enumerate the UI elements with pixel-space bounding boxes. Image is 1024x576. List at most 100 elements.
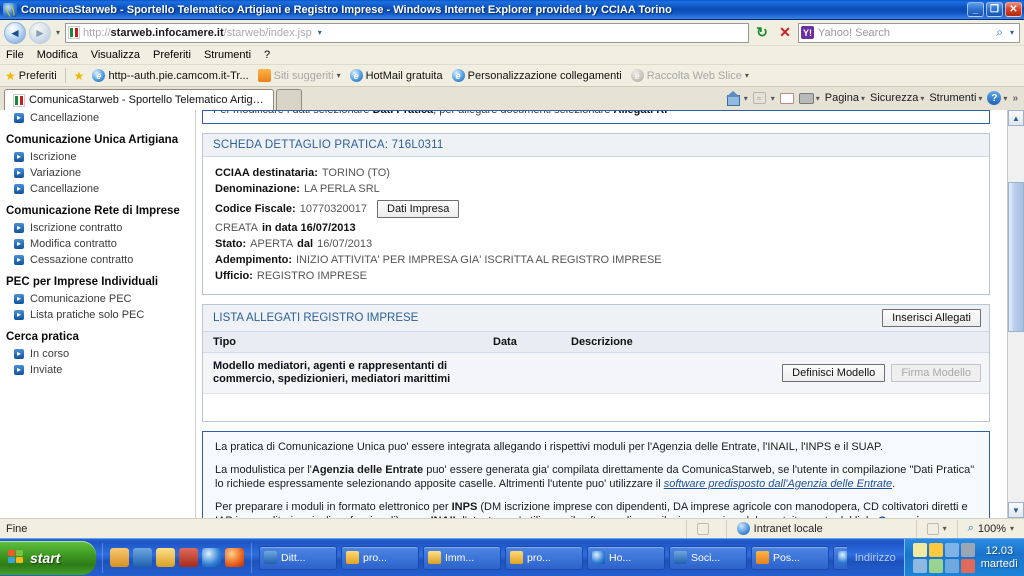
- media-icon[interactable]: [110, 548, 129, 567]
- favorite-item[interactable]: Personalizzazione collegamenti: [451, 69, 622, 82]
- word-icon[interactable]: [133, 548, 152, 567]
- favorite-item[interactable]: Raccolta Web Slice▾: [630, 69, 749, 82]
- info-paragraph-1: La pratica di Comunicazione Unica puo' e…: [215, 441, 883, 453]
- start-button[interactable]: start: [0, 540, 96, 575]
- field-stato-value: APERTA: [250, 238, 294, 250]
- search-box[interactable]: Y! Yahoo! Search ⌕ ▾: [798, 22, 1020, 43]
- search-dropdown-icon[interactable]: ▾: [1007, 28, 1017, 37]
- antivirus-tray-icon[interactable]: [928, 558, 943, 573]
- usb-tray-icon[interactable]: [944, 558, 959, 573]
- overflow-icon[interactable]: »: [1012, 93, 1018, 104]
- home-button[interactable]: ▾: [725, 90, 748, 106]
- stop-icon[interactable]: ✕: [775, 23, 795, 43]
- tab-comunicastarweb[interactable]: ComunicaStarweb - Sportello Telematico A…: [4, 89, 274, 110]
- add-favorite-icon[interactable]: ★: [74, 70, 85, 82]
- taskbar-button[interactable]: Ho...: [587, 545, 665, 570]
- player-icon[interactable]: [179, 548, 198, 567]
- scroll-down-button[interactable]: ▼: [1008, 502, 1024, 518]
- taskbar-button[interactable]: Pos...: [751, 545, 829, 570]
- vertical-scrollbar[interactable]: ▲ ▼: [1007, 110, 1024, 518]
- taskbar-button[interactable]: pro...: [505, 545, 583, 570]
- sidebar-item-lista-pratiche-solo-pec[interactable]: Lista pratiche solo PEC: [4, 307, 195, 323]
- chevron-down-icon[interactable]: ▾: [943, 524, 947, 533]
- sidebar-item-variazione[interactable]: Variazione: [4, 165, 195, 181]
- address-toolbar-label[interactable]: Indirizzo: [847, 552, 904, 564]
- clock-tray-icon[interactable]: [928, 542, 943, 557]
- menu-sicurezza[interactable]: Sicurezza ▾: [870, 92, 924, 104]
- scroll-up-button[interactable]: ▲: [1008, 110, 1024, 126]
- chevron-down-icon[interactable]: ▾: [744, 94, 748, 103]
- sidebar-item-inviate[interactable]: Inviate: [4, 362, 195, 378]
- security-zone[interactable]: Intranet locale: [725, 519, 916, 538]
- sidebar-item-cancellazione[interactable]: Cancellazione: [4, 181, 195, 197]
- clock[interactable]: 12.03 martedì: [981, 545, 1018, 571]
- inserisci-allegati-button[interactable]: Inserisci Allegati: [882, 309, 981, 327]
- menu-pagina[interactable]: Pagina ▾: [825, 92, 865, 104]
- field-creata: CREATA in data 16/07/2013: [215, 220, 979, 236]
- link-software-agenzia-entrate[interactable]: software predisposto dall'Agenzia delle …: [664, 478, 892, 490]
- sidebar-item-iscrizione-contratto[interactable]: Iscrizione contratto: [4, 220, 195, 236]
- word-icon: [264, 551, 277, 564]
- menu-item-strumenti[interactable]: Strumenti: [204, 49, 251, 61]
- chevron-down-icon[interactable]: ▾: [337, 71, 341, 80]
- menu-item-preferiti[interactable]: Preferiti: [153, 49, 191, 61]
- volume-tray-icon[interactable]: [960, 558, 975, 573]
- sidebar-item-comunicazione-pec[interactable]: Comunicazione PEC: [4, 291, 195, 307]
- update-tray-icon[interactable]: [960, 542, 975, 557]
- history-dropdown-icon[interactable]: ▾: [54, 28, 62, 37]
- dati-impresa-button[interactable]: Dati Impresa: [377, 200, 460, 218]
- status-bar: Fine Intranet locale ▾ ⌕ 100% ▾: [0, 518, 1024, 538]
- print-button[interactable]: ▾: [798, 92, 820, 104]
- taskbar-button[interactable]: Soci...: [669, 545, 747, 570]
- taskbar-button[interactable]: Ho...: [833, 545, 847, 570]
- mail-icon[interactable]: [779, 92, 794, 104]
- search-input[interactable]: Yahoo! Search: [818, 27, 992, 39]
- back-button[interactable]: ◄: [4, 21, 26, 44]
- chevron-down-icon[interactable]: ▾: [745, 71, 749, 80]
- paint-icon[interactable]: [156, 548, 175, 567]
- favorite-item[interactable]: HotMail gratuita: [349, 69, 443, 82]
- url-dropdown-icon[interactable]: ▾: [315, 28, 325, 37]
- taskbar-button[interactable]: pro...: [341, 545, 419, 570]
- rss-icon[interactable]: ≈: [752, 92, 766, 104]
- taskbar-button[interactable]: Ditt...: [259, 545, 337, 570]
- favorite-label: HotMail gratuita: [365, 69, 443, 82]
- firefox-icon[interactable]: [225, 548, 244, 567]
- sidebar-item-cessazione-contratto[interactable]: Cessazione contratto: [4, 252, 195, 268]
- ie-icon: [451, 69, 465, 82]
- sidebar-item-cancellazione[interactable]: Cancellazione: [4, 110, 195, 126]
- mail-tray-icon[interactable]: [912, 542, 927, 557]
- forward-button[interactable]: ►: [29, 21, 51, 44]
- definisci-modello-button[interactable]: Definisci Modello: [782, 364, 886, 382]
- favorites-button[interactable]: ★ Preferiti: [5, 70, 57, 82]
- sidebar-item-iscrizione[interactable]: Iscrizione: [4, 149, 195, 165]
- help-button[interactable]: ? ▾: [987, 91, 1007, 105]
- sidebar-item-in-corso[interactable]: In corso: [4, 346, 195, 362]
- menu-item-modifica[interactable]: Modifica: [37, 49, 78, 61]
- new-tab-button[interactable]: [276, 89, 302, 110]
- protected-mode[interactable]: ▾: [915, 519, 957, 538]
- refresh-icon[interactable]: ↻: [752, 23, 772, 43]
- favorite-item[interactable]: Siti suggeriti ▾: [257, 69, 341, 82]
- ie-icon[interactable]: [202, 548, 221, 567]
- menu-item-file[interactable]: File: [6, 49, 24, 61]
- display-tray-icon[interactable]: [912, 558, 927, 573]
- info-p2-c: .: [892, 478, 896, 490]
- sidebar-item-modifica-contratto[interactable]: Modifica contratto: [4, 236, 195, 252]
- practice-detail-card: SCHEDA DETTAGLIO PRATICA: 716L0311 CCIAA…: [202, 133, 990, 295]
- network-tray-icon[interactable]: [944, 542, 959, 557]
- search-icon[interactable]: ⌕: [996, 25, 1003, 40]
- close-button[interactable]: ✕: [1005, 2, 1022, 17]
- minimize-button[interactable]: _: [967, 2, 984, 17]
- menu-item-visualizza[interactable]: Visualizza: [91, 49, 140, 61]
- menu-item-[interactable]: ?: [264, 49, 270, 61]
- url-input[interactable]: http://starweb.infocamere.it/starweb/ind…: [65, 22, 749, 43]
- favorite-item[interactable]: http--auth.pie.camcom.it-Tr...: [92, 69, 249, 82]
- print-chevron-down-icon[interactable]: ▾: [816, 94, 820, 103]
- zoom-control[interactable]: ⌕ 100% ▾: [956, 519, 1024, 538]
- restore-button[interactable]: ❐: [986, 2, 1003, 17]
- chevron-down-icon[interactable]: ▾: [1010, 524, 1014, 533]
- menu-strumenti[interactable]: Strumenti ▾: [929, 92, 982, 104]
- taskbar-button[interactable]: Imm...: [423, 545, 501, 570]
- scrollbar-thumb[interactable]: [1008, 182, 1024, 332]
